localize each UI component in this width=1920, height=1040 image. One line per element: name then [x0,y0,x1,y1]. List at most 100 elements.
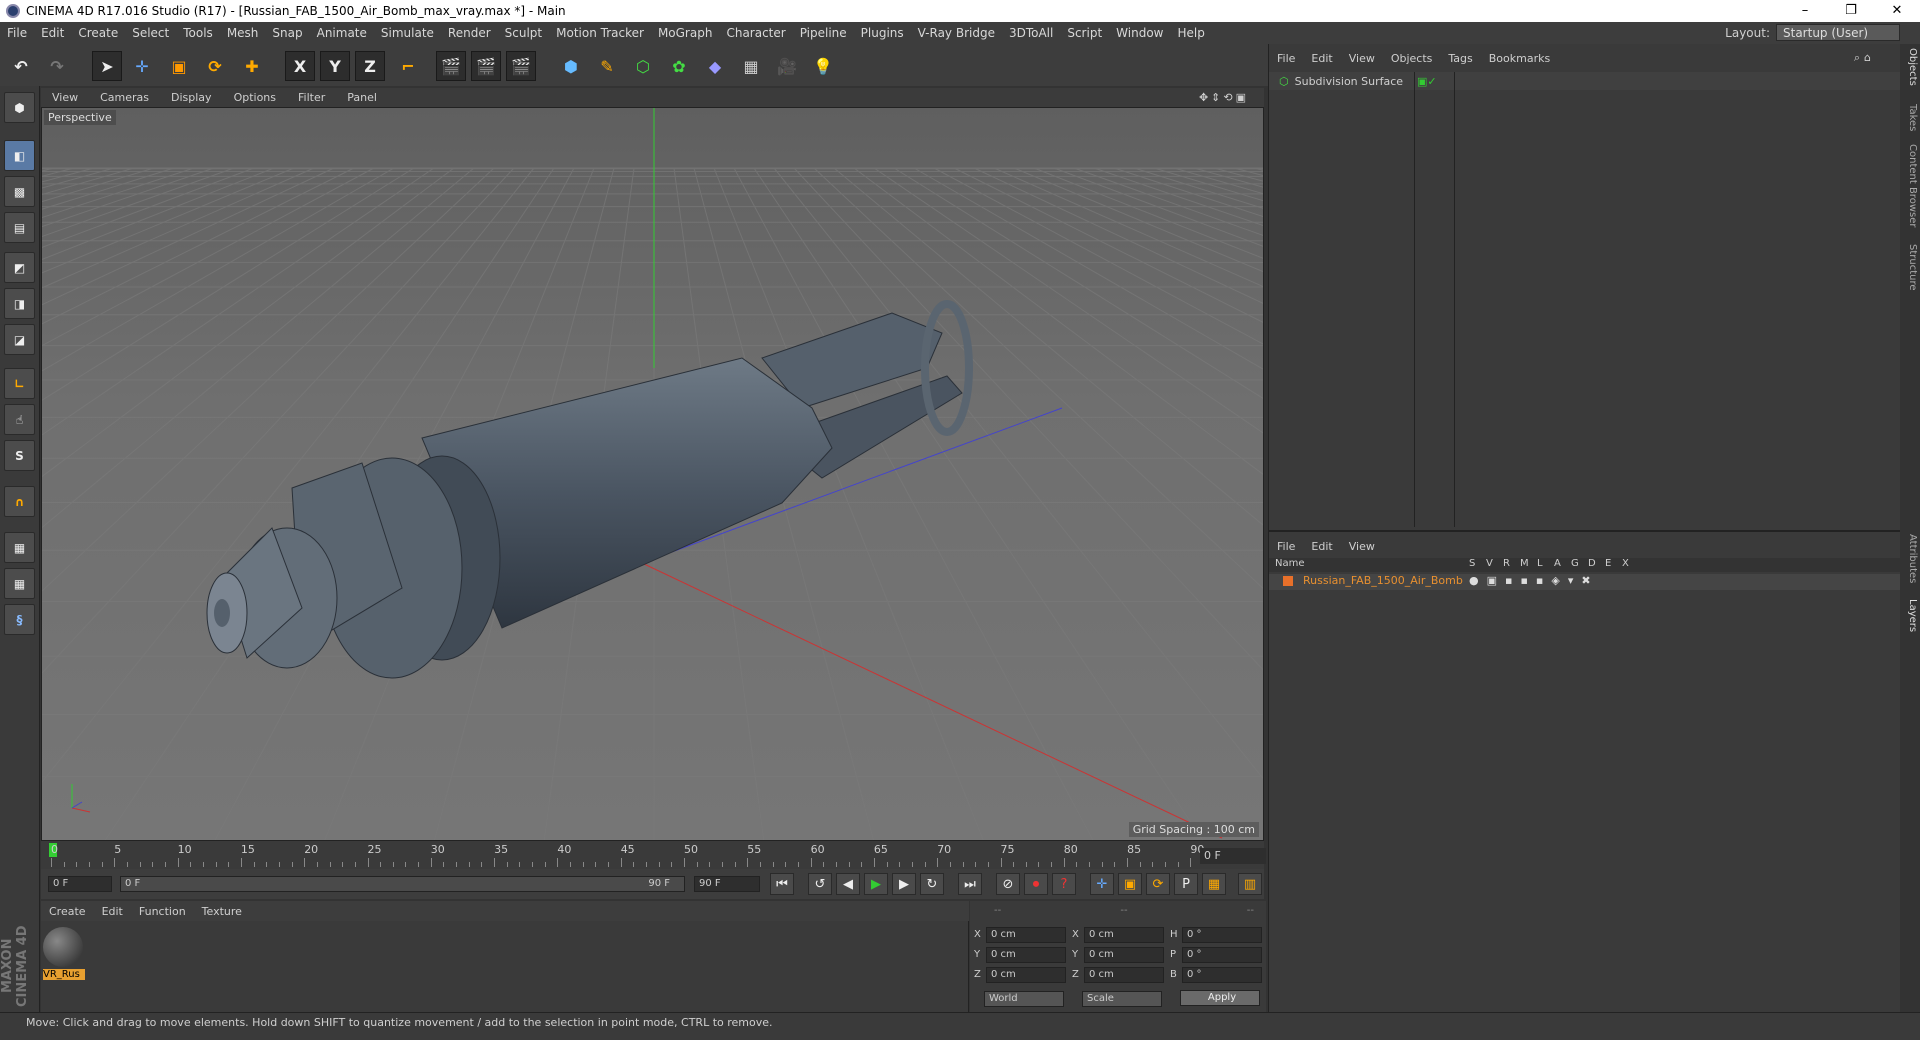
object-menu-file[interactable]: File [1269,52,1303,65]
go-to-start-icon[interactable]: ⏮ [770,873,794,895]
polygons-mode-icon[interactable]: ◪ [4,324,35,355]
key-parameter-icon[interactable]: P [1174,873,1198,895]
tab-content-browser[interactable]: Content Browser [1902,144,1918,227]
scale-mode-dropdown[interactable]: Scale [1082,991,1162,1007]
key-scale-icon[interactable]: ▣ [1118,873,1142,895]
undo-icon[interactable]: ↶ [6,51,36,81]
material-menu-function[interactable]: Function [131,905,194,918]
workplane-mode-icon[interactable]: ▤ [4,212,35,243]
object-search-home-icons[interactable]: ⌕⌂ [1846,51,1883,65]
key-pla-icon[interactable]: ▦ [1202,873,1226,895]
z-axis-button[interactable]: Z [355,51,385,81]
start-frame-field[interactable]: 0 F [48,876,112,892]
coord-value-field[interactable]: 0 cm [1084,947,1164,963]
select-tool-icon[interactable]: ➤ [92,51,122,81]
tab-layers[interactable]: Layers [1902,599,1918,632]
viewport-menu-filter[interactable]: Filter [287,91,336,104]
key-position-icon[interactable]: ✛ [1090,873,1114,895]
points-mode-icon[interactable]: ◩ [4,252,35,283]
tweak-mode-icon[interactable]: ☝ [4,404,35,435]
apply-button[interactable]: Apply [1180,990,1260,1006]
pen-spline-icon[interactable]: ✎ [592,51,622,81]
live-selection-icon[interactable]: ✚ [237,51,267,81]
menu-edit[interactable]: Edit [34,26,71,40]
layer-column-label[interactable]: A [1554,558,1561,569]
layer-column-label[interactable]: M [1520,558,1529,569]
object-menu-tags[interactable]: Tags [1440,52,1480,65]
material-swatch[interactable]: VR_Rus [43,927,85,983]
menu-help[interactable]: Help [1170,26,1211,40]
menu-pipeline[interactable]: Pipeline [793,26,854,40]
object-menu-view[interactable]: View [1341,52,1383,65]
layer-column-label[interactable]: V [1486,558,1493,569]
menu-sculpt[interactable]: Sculpt [498,26,549,40]
layer-column-label[interactable]: S [1469,558,1475,569]
previous-frame-icon[interactable]: ◀ [836,873,860,895]
tab-objects[interactable]: Objects [1902,48,1918,86]
record-keys-icon[interactable]: ⊘ [996,873,1020,895]
material-menu-texture[interactable]: Texture [194,905,250,918]
air-bomb-model[interactable] [206,300,973,679]
current-frame-field[interactable]: 0 F [1200,848,1266,864]
material-menu-create[interactable]: Create [41,905,94,918]
layer-column-label[interactable]: G [1571,558,1579,569]
layer-column-label[interactable]: D [1588,558,1596,569]
layout-dropdown[interactable]: Startup (User) [1776,24,1900,41]
coord-value-field[interactable]: 0 cm [986,967,1066,983]
snapping-icon[interactable]: S [4,440,35,471]
menu-render[interactable]: Render [441,26,498,40]
rotate-tool-icon[interactable]: ⟳ [200,51,230,81]
key-rotation-icon[interactable]: ⟳ [1146,873,1170,895]
deformer-icon[interactable]: ◆ [700,51,730,81]
menu-animate[interactable]: Animate [310,26,374,40]
menu-mesh[interactable]: Mesh [220,26,266,40]
workplane-lock-icon[interactable]: ▦ [4,532,35,563]
light-icon[interactable]: 💡 [808,51,838,81]
edges-mode-icon[interactable]: ◨ [4,288,35,319]
layer-row[interactable]: Russian_FAB_1500_Air_Bomb ●▣▪▪▪◈▾✖ [1269,574,1901,590]
object-menu-edit[interactable]: Edit [1303,52,1340,65]
menu-select[interactable]: Select [125,26,176,40]
magnet-icon[interactable]: ∩ [4,486,35,517]
play-forward-icon[interactable]: ▶ [864,873,888,895]
tab-takes[interactable]: Takes [1902,104,1918,131]
viewport-menu-view[interactable]: View [41,91,89,104]
coordinate-space-dropdown[interactable]: World [984,991,1064,1007]
redo-icon[interactable]: ↷ [42,51,72,81]
autokey-icon[interactable]: ⏺ [1024,873,1048,895]
menu-character[interactable]: Character [719,26,792,40]
frame-range-slider[interactable]: 0 F 90 F [120,876,685,892]
viewport-menu-display[interactable]: Display [160,91,223,104]
timeline-window-icon[interactable]: ▥ [1238,873,1262,895]
restore-button[interactable]: ❐ [1828,0,1874,22]
texture-mode-icon[interactable]: ▩ [4,176,35,207]
coord-value-field[interactable]: 0 ° [1182,947,1262,963]
cube-primitive-icon[interactable]: ⬢ [556,51,586,81]
grid-snap-icon[interactable]: ▦ [4,568,35,599]
make-editable-icon[interactable]: ⬢ [4,92,35,123]
axis-mode-icon[interactable]: ∟ [4,368,35,399]
object-menu-objects[interactable]: Objects [1383,52,1441,65]
render-picture-viewer-icon[interactable]: 🎬 [471,51,501,81]
menu-tools[interactable]: Tools [176,26,220,40]
coord-value-field[interactable]: 0 cm [1084,927,1164,943]
x-axis-button[interactable]: X [285,51,315,81]
menu-simulate[interactable]: Simulate [374,26,441,40]
subdivision-surface-icon[interactable]: ⬡ [628,51,658,81]
mograph-cloner-icon[interactable]: ✿ [664,51,694,81]
material-menu-edit[interactable]: Edit [94,905,131,918]
next-frame-icon[interactable]: ▶ [892,873,916,895]
move-tool-icon[interactable]: ✛ [127,51,157,81]
menu-vray-bridge[interactable]: V-Ray Bridge [911,26,1002,40]
python-icon[interactable]: § [4,604,35,635]
render-view-icon[interactable]: 🎬 [436,51,466,81]
layer-column-label[interactable]: E [1605,558,1611,569]
layer-toggle-icons[interactable]: ●▣▪▪▪◈▾✖ [1469,574,1599,587]
3d-viewport[interactable]: Perspective Grid Spacing : 100 cm [41,107,1264,841]
menu-3dtoall[interactable]: 3DToAll [1002,26,1060,40]
edit-render-settings-icon[interactable]: 🎬 [506,51,536,81]
enabled-check-icon[interactable]: ▣✓ [1417,75,1437,88]
model-mode-icon[interactable]: ◧ [4,140,35,171]
tab-attributes[interactable]: Attributes [1902,534,1918,583]
layer-color-icon[interactable] [1283,576,1293,586]
